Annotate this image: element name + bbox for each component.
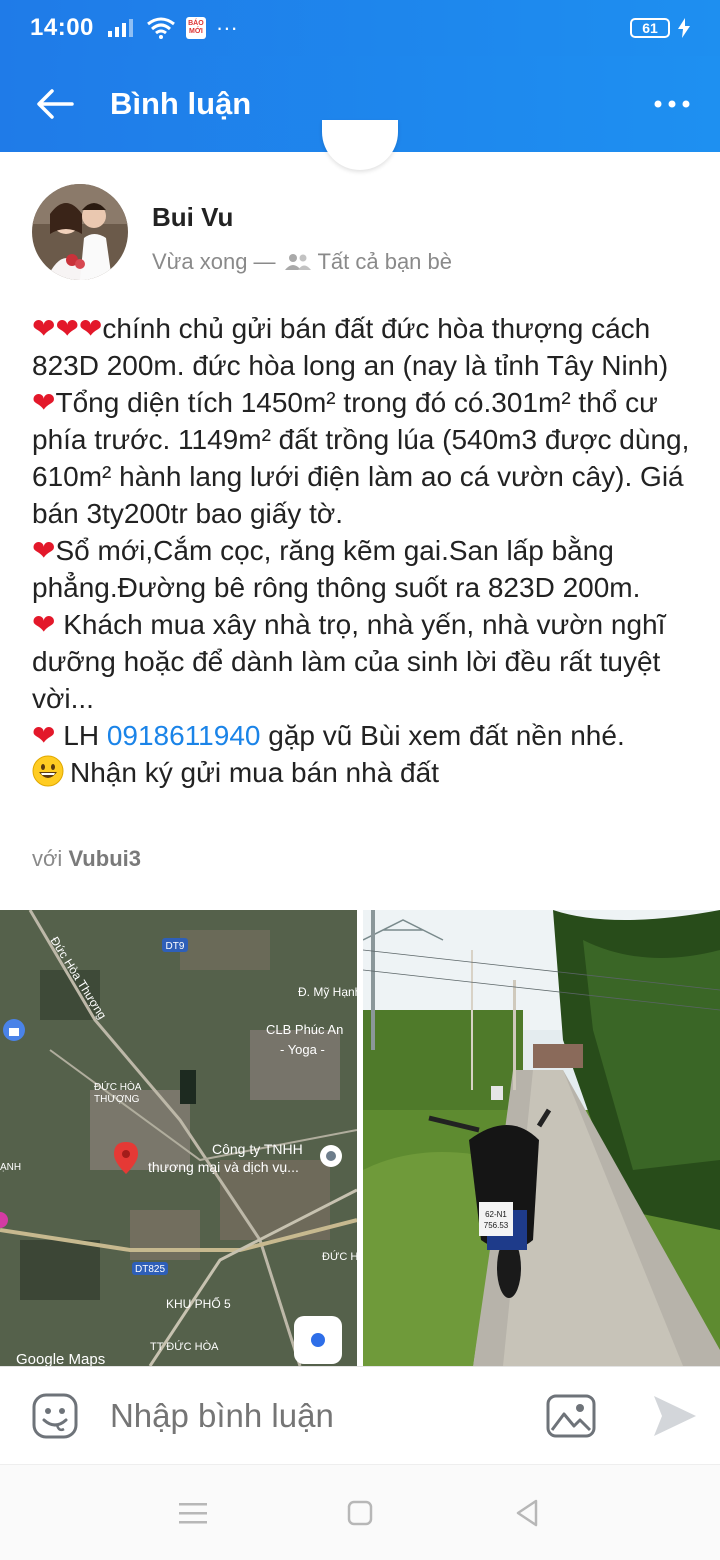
post-paragraph-4: ❤ Khách mua xây nhà trọ, nhà yến, nhà vư… (32, 606, 696, 717)
road-photo[interactable]: 62-N1 756.53 (363, 910, 720, 1366)
page-title: Bình luận (110, 86, 252, 121)
heart-icon: ❤ (32, 535, 56, 566)
status-time: 14:00 (30, 14, 94, 41)
author-name[interactable]: Bui Vu (152, 202, 452, 233)
map-label-duc-hoa: ĐỨC HÒA (94, 1080, 142, 1093)
phone-link[interactable]: 0918611940 (107, 720, 261, 751)
comment-input[interactable] (109, 1396, 535, 1435)
map-label-khu-pho: KHU PHỐ 5 (166, 1296, 231, 1311)
status-bar: 14:00 BÁO MỚI ··· 61 (0, 0, 720, 56)
post-paragraph-6: Nhận ký gửi mua bán nhà đất (32, 754, 696, 791)
post-paragraph-3: ❤Sổ mới,Cắm cọc, răng kẽm gai.San lấp bằ… (32, 532, 696, 606)
tagged-user-link[interactable]: Vubui3 (68, 846, 141, 871)
post-header: Bui Vu Vừa xong — Tất cả bạn bè (32, 184, 452, 280)
heart-icon: ❤ (32, 720, 56, 751)
avatar[interactable] (32, 184, 128, 280)
send-icon (653, 1395, 696, 1436)
post-paragraph-5: ❤ LH 0918611940 gặp vũ Bùi xem đất nền n… (32, 717, 696, 754)
menu-lines-icon (179, 1502, 208, 1523)
heart-icon: ❤ (32, 387, 56, 418)
paragraph-text: Nhận ký gửi mua bán nhà đất (70, 757, 439, 788)
nav-home-button[interactable] (330, 1483, 390, 1543)
back-triangle-icon (516, 1499, 537, 1526)
more-dots-icon (654, 100, 690, 108)
paragraph-text: Tổng diện tích 1450m² trong đó có.301m² … (32, 387, 690, 529)
map-label-thuong: THƯỢNG (94, 1094, 140, 1105)
post-time: Vừa xong (152, 249, 248, 274)
wifi-icon (146, 17, 175, 39)
post-body: ❤❤❤chính chủ gửi bán đất đức hòa thượng … (32, 310, 696, 791)
lock-marker-icon (3, 1019, 25, 1041)
grinning-face-icon (32, 755, 64, 787)
baomoi-app-icon: BÁO MỚI (185, 17, 206, 39)
map-label-clb: CLB Phúc An (266, 1022, 343, 1037)
battery-icon: 61 (630, 18, 670, 38)
image-icon (546, 1394, 596, 1437)
scroll-to-top-bubble[interactable] (322, 120, 398, 170)
nav-menu-button[interactable] (163, 1483, 223, 1543)
map-label-thuong-mai: thương mại và dịch vụ... (148, 1159, 299, 1175)
system-nav-bar (0, 1464, 720, 1560)
post-privacy: Tất cả bạn bè (317, 249, 453, 274)
comment-bar (0, 1366, 720, 1464)
paragraph-text: gặp vũ Bùi xem đất nền nhé. (260, 720, 625, 751)
signal-icon (107, 19, 133, 37)
sticker-smile-icon (32, 1393, 78, 1438)
post-meta: Vừa xong — Tất cả bạn bè (152, 249, 452, 275)
friends-icon (285, 254, 312, 270)
tagged-users: với Vubui3 (32, 846, 141, 872)
back-button[interactable] (0, 56, 110, 152)
place-marker-icon (320, 1145, 342, 1167)
map-label-dt825: DT825 (135, 1264, 165, 1275)
map-label-yoga: - Yoga - (280, 1042, 325, 1057)
send-button[interactable] (629, 1367, 720, 1465)
map-photo[interactable]: DT9 Đức Hòa Thượng Đ. Mỹ Hạnh CLB Phúc A… (0, 910, 357, 1366)
tag-prefix: với (32, 846, 63, 871)
map-label-cong-ty: Công ty TNHH (212, 1141, 303, 1157)
home-square-icon (347, 1500, 373, 1525)
map-label-dt9: DT9 (166, 941, 185, 952)
plate-line-1: 62-N1 (485, 1210, 507, 1219)
post-photos: DT9 Đức Hòa Thượng Đ. Mỹ Hạnh CLB Phúc A… (0, 910, 720, 1366)
more-options-button[interactable] (624, 56, 720, 152)
post-paragraph-2: ❤Tổng diện tích 1450m² trong đó có.301m²… (32, 384, 696, 532)
map-label-tt-duc-hoa: TT ĐỨC HÒA (150, 1340, 219, 1353)
heart-icon: ❤ (32, 609, 56, 640)
map-label-my-hanh: Đ. Mỹ Hạnh (298, 985, 357, 999)
status-icons: BÁO MỚI ··· (107, 15, 238, 41)
meta-separator: — (253, 249, 276, 274)
post-paragraph-1: ❤❤❤chính chủ gửi bán đất đức hòa thượng … (32, 310, 696, 384)
arrow-left-icon (37, 89, 74, 119)
status-more-icon: ··· (215, 15, 238, 40)
status-right: 61 (630, 18, 690, 38)
charging-icon (678, 18, 690, 38)
nav-back-button[interactable] (497, 1483, 557, 1543)
author-info: Bui Vu Vừa xong — Tất cả bạn bè (152, 184, 452, 280)
paragraph-text: Khách mua xây nhà trọ, nhà yến, nhà vườn… (32, 609, 666, 714)
my-location-button[interactable] (294, 1316, 342, 1364)
sticker-button[interactable] (0, 1367, 110, 1465)
heart-icon: ❤❤❤ (32, 313, 103, 344)
paragraph-text: LH (55, 720, 107, 751)
paragraph-text: Sổ mới,Cắm cọc, răng kẽm gai.San lấp bằn… (32, 535, 641, 603)
paragraph-text: chính chủ gửi bán đất đức hòa thượng các… (32, 313, 669, 381)
attach-image-button[interactable] (535, 1367, 607, 1465)
map-label-duc-h: ĐỨC H (322, 1250, 357, 1263)
plate-line-2: 756.53 (484, 1221, 509, 1230)
map-label-google: Google Maps (16, 1351, 105, 1366)
battery-level: 61 (642, 20, 658, 36)
map-label-anh: ẠNH (0, 1162, 21, 1173)
